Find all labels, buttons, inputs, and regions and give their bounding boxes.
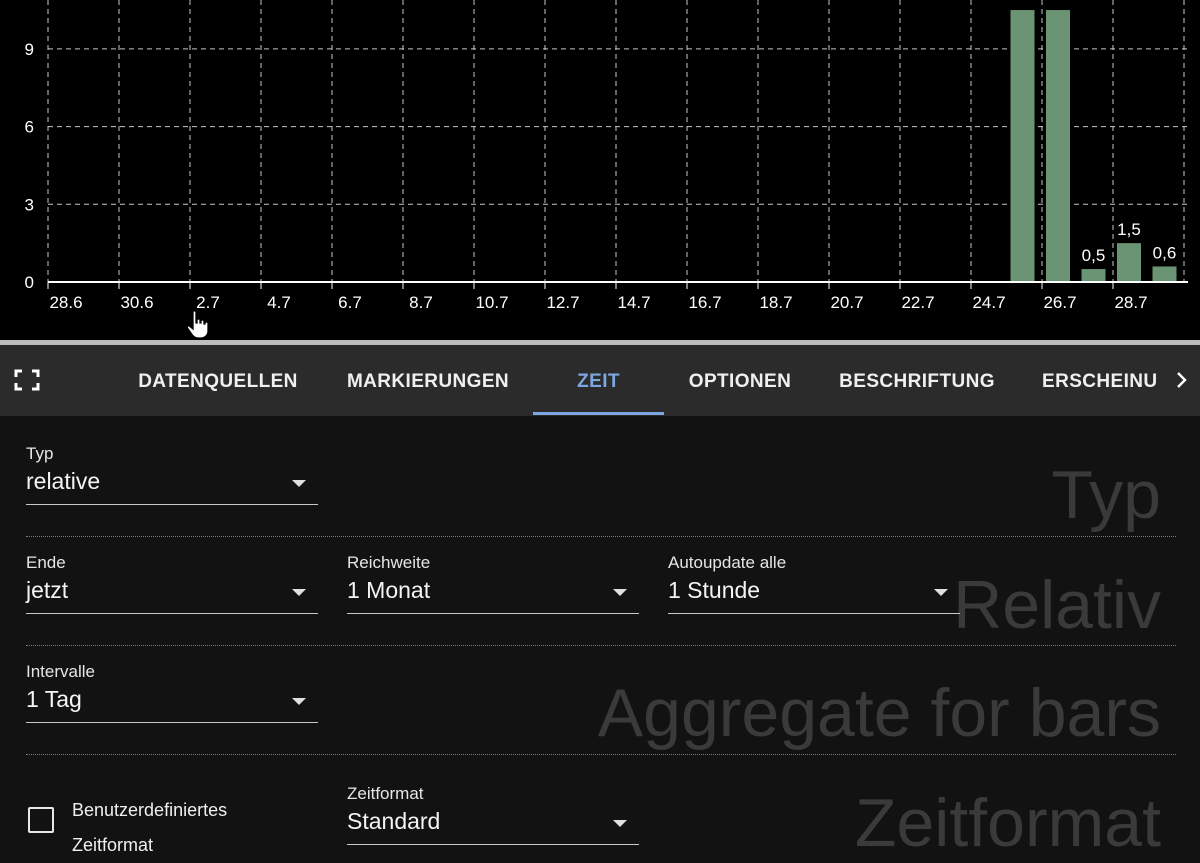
arrow-drop-down-icon bbox=[934, 589, 948, 596]
reichweite-label: Reichweite bbox=[347, 553, 431, 572]
reichweite-select[interactable]: 1 Monat bbox=[347, 577, 639, 614]
typ-label: Typ bbox=[26, 444, 54, 463]
section-heading-aggregate: Aggregate for bars bbox=[597, 675, 1161, 751]
intervalle-value: 1 Tag bbox=[26, 686, 82, 712]
y-tick-label: 0 bbox=[25, 273, 34, 292]
tab-erscheinung[interactable]: ERSCHEINUNG bbox=[1042, 345, 1158, 416]
custom-format-label-line2: Zeitformat bbox=[72, 835, 154, 855]
zeitformat-label: Zeitformat bbox=[347, 784, 424, 803]
bar-data-label: 0,6 bbox=[1153, 243, 1177, 262]
x-tick-label: 4.7 bbox=[267, 293, 291, 312]
custom-format-label-line1: Benutzerdefiniertes bbox=[72, 800, 228, 820]
arrow-drop-down-icon bbox=[292, 589, 306, 596]
x-tick-label: 14.7 bbox=[617, 293, 650, 312]
ende-value: jetzt bbox=[26, 577, 69, 603]
tab-zeit[interactable]: ZEIT bbox=[533, 345, 664, 416]
autoupdate-label: Autoupdate alle bbox=[668, 553, 787, 572]
chart-svg: 0 3 6 9 28.6 30.6 2.7 4.7 6.7 8.7 10.7 12.7 14.7 16.7… bbox=[25, 0, 1188, 312]
x-tick-label: 20.7 bbox=[830, 293, 863, 312]
x-tick-label: 24.7 bbox=[972, 293, 1005, 312]
bar-data-label: 1,5 bbox=[1117, 220, 1141, 239]
bar-chart: 0 3 6 9 28.6 30.6 2.7 4.7 6.7 8.7 10.7 12.7 14.7 16.7… bbox=[0, 0, 1200, 342]
active-tab-indicator bbox=[533, 412, 664, 415]
chevron-right-icon[interactable] bbox=[1170, 367, 1194, 393]
autoupdate-select[interactable]: 1 Stunde bbox=[668, 577, 960, 614]
custom-format-checkbox[interactable] bbox=[28, 807, 54, 833]
tab-markierungen[interactable]: MARKIERUNGEN bbox=[330, 345, 526, 416]
bar bbox=[1081, 269, 1106, 282]
section-heading-relativ: Relativ bbox=[953, 567, 1161, 643]
tab-bar: DATENQUELLEN MARKIERUNGEN ZEIT OPTIONEN … bbox=[0, 345, 1200, 416]
fullscreen-icon[interactable] bbox=[14, 369, 40, 391]
tab-optionen[interactable]: OPTIONEN bbox=[675, 345, 805, 416]
arrow-drop-down-icon bbox=[613, 589, 627, 596]
typ-select[interactable]: relative bbox=[26, 468, 318, 505]
arrow-drop-down-icon bbox=[292, 480, 306, 487]
section-heading-typ: Typ bbox=[1051, 457, 1161, 533]
intervalle-label: Intervalle bbox=[26, 662, 95, 681]
tab-erscheinung-clip: ERSCHEINUNG bbox=[1042, 345, 1158, 416]
intervalle-select[interactable]: 1 Tag bbox=[26, 686, 318, 723]
arrow-drop-down-icon bbox=[613, 820, 627, 827]
bar-data-label: 0,5 bbox=[1082, 246, 1106, 265]
bar bbox=[1152, 266, 1177, 282]
tab-beschriftung[interactable]: BESCHRIFTUNG bbox=[822, 345, 1012, 416]
y-tick-label: 3 bbox=[25, 195, 34, 214]
reichweite-value: 1 Monat bbox=[347, 577, 431, 603]
x-tick-label: 16.7 bbox=[688, 293, 721, 312]
x-tick-label: 30.6 bbox=[120, 293, 153, 312]
arrow-drop-down-icon bbox=[292, 698, 306, 705]
y-tick-label: 9 bbox=[25, 40, 34, 59]
x-tick-label: 28.6 bbox=[49, 293, 82, 312]
x-tick-label: 12.7 bbox=[546, 293, 579, 312]
section-separator bbox=[26, 645, 1176, 646]
bar bbox=[1117, 243, 1141, 282]
zeit-settings-panel: Typ Relativ Aggregate for bars Zeitforma… bbox=[0, 416, 1200, 863]
y-tick-label: 6 bbox=[25, 118, 34, 137]
section-heading-zeitformat: Zeitformat bbox=[854, 785, 1161, 861]
x-tick-label: 8.7 bbox=[409, 293, 433, 312]
x-tick-label: 2.7 bbox=[196, 293, 220, 312]
bar bbox=[1010, 10, 1035, 283]
section-separator bbox=[26, 536, 1176, 537]
ende-label: Ende bbox=[26, 553, 66, 572]
section-separator bbox=[26, 754, 1176, 755]
x-tick-label: 10.7 bbox=[475, 293, 508, 312]
zeitformat-select[interactable]: Standard bbox=[347, 808, 639, 845]
ende-select[interactable]: jetzt bbox=[26, 577, 318, 614]
typ-value: relative bbox=[26, 468, 101, 494]
x-tick-label: 18.7 bbox=[759, 293, 792, 312]
tab-datenquellen[interactable]: DATENQUELLEN bbox=[124, 345, 312, 416]
zeitformat-value: Standard bbox=[347, 808, 441, 834]
bar bbox=[1046, 10, 1070, 283]
x-tick-label: 26.7 bbox=[1043, 293, 1076, 312]
x-tick-label: 22.7 bbox=[901, 293, 934, 312]
autoupdate-value: 1 Stunde bbox=[668, 577, 761, 603]
custom-format-label[interactable]: Benutzerdefiniertes Zeitformat bbox=[72, 793, 227, 863]
x-tick-label: 6.7 bbox=[338, 293, 362, 312]
x-tick-label: 28.7 bbox=[1114, 293, 1147, 312]
